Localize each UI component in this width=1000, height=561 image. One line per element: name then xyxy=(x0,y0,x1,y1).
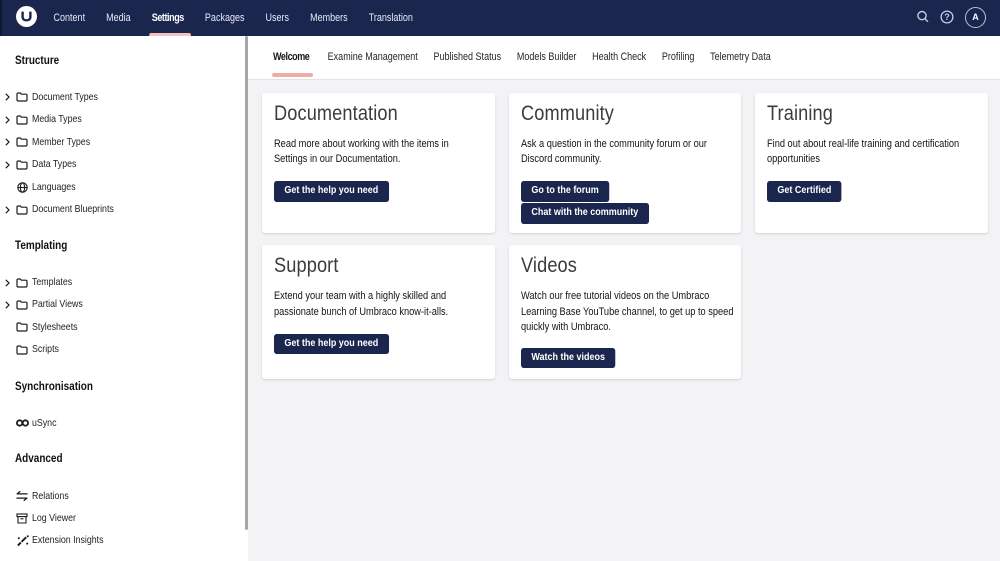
svg-text:?: ? xyxy=(944,12,950,22)
